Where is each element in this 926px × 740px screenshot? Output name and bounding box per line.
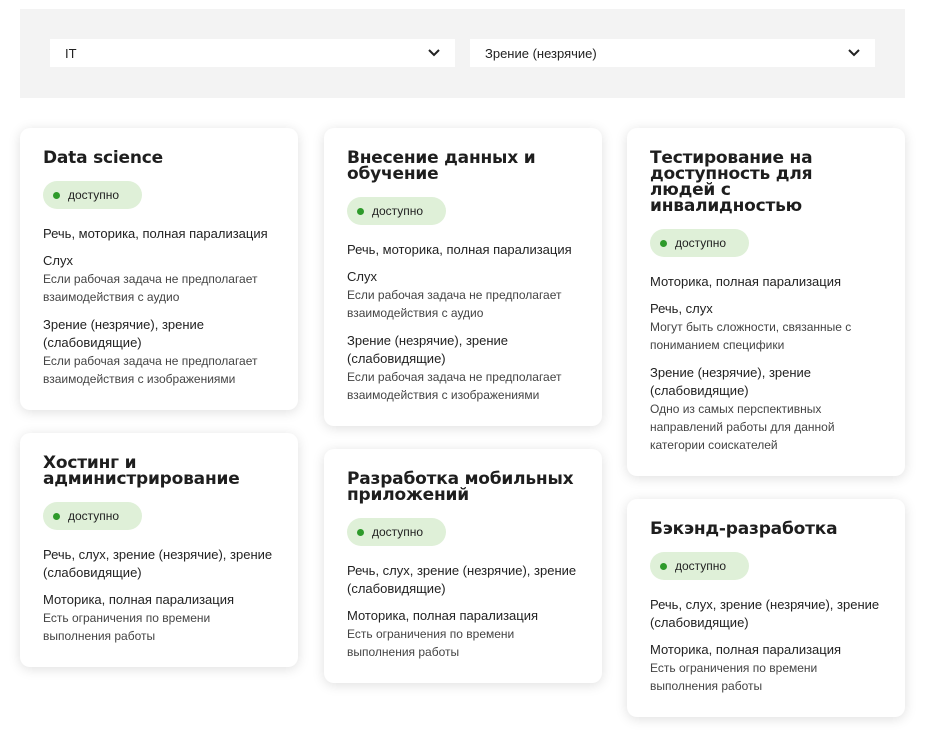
disability-select-value: Зрение (незрячие) (485, 45, 597, 61)
profession-card[interactable]: Хостинг и администрирование доступно Реч… (20, 433, 298, 667)
filter-panel: IT Зрение (незрячие) (20, 9, 905, 98)
cards-column-2: Внесение данных и обучение доступно Речь… (324, 128, 602, 706)
cards-column-3: Тестирование на доступность для людей с … (627, 128, 905, 740)
condition-group: Моторика, полная парализация Есть ограни… (347, 607, 580, 661)
card-title: Хостинг и администрирование (43, 453, 240, 489)
card-title: Data science (43, 148, 163, 168)
condition-group: Слух Если рабочая задача не предполагает… (43, 252, 276, 306)
status-badge: доступно (347, 197, 447, 225)
fully-accessible-list: Моторика, полная парализация (650, 274, 842, 289)
category-select[interactable]: IT (50, 39, 455, 67)
condition-group: Зрение (незрячие), зрение (слабовидящие)… (43, 316, 276, 388)
status-label: доступно (675, 236, 727, 250)
profession-card[interactable]: Data science доступно Речь, моторика, по… (20, 128, 298, 410)
condition-title: Слух (43, 253, 73, 268)
status-dot-icon (357, 528, 364, 536)
status-badge: доступно (650, 552, 750, 580)
status-badge: доступно (43, 502, 143, 530)
disability-select[interactable]: Зрение (незрячие) (470, 39, 875, 67)
status-dot-icon (660, 239, 667, 247)
condition-title: Зрение (незрячие), зрение (слабовидящие) (43, 317, 205, 350)
condition-title: Моторика, полная парализация (347, 608, 539, 623)
condition-desc: Если рабочая задача не предполагает взаи… (43, 272, 258, 304)
category-select-value: IT (65, 45, 77, 61)
condition-group: Слух Если рабочая задача не предполагает… (347, 268, 580, 322)
status-dot-icon (357, 207, 364, 215)
status-label: доступно (675, 559, 727, 573)
condition-desc: Есть ограничения по времени выполнения р… (347, 627, 515, 659)
status-label: доступно (372, 525, 424, 539)
condition-desc: Если рабочая задача не предполагает взаи… (43, 354, 258, 386)
card-title: Бэкэнд-разработка (650, 519, 838, 539)
profession-card[interactable]: Внесение данных и обучение доступно Речь… (324, 128, 602, 426)
status-label: доступно (68, 188, 120, 202)
profession-card[interactable]: Тестирование на доступность для людей с … (627, 128, 905, 476)
condition-title: Слух (347, 269, 377, 284)
status-badge: доступно (650, 229, 750, 257)
cards-column-1: Data science доступно Речь, моторика, по… (20, 128, 298, 690)
card-title: Внесение данных и обучение (347, 148, 536, 184)
condition-title: Моторика, полная парализация (43, 592, 235, 607)
condition-group: Зрение (незрячие), зрение (слабовидящие)… (650, 364, 883, 454)
condition-title: Моторика, полная парализация (650, 642, 842, 657)
condition-group: Моторика, полная парализация Есть ограни… (43, 591, 276, 645)
status-label: доступно (372, 204, 424, 218)
fully-accessible-list: Речь, моторика, полная парализация (347, 242, 572, 257)
profession-card[interactable]: Разработка мобильных приложений доступно… (324, 449, 602, 683)
status-dot-icon (53, 512, 60, 520)
condition-desc: Одно из самых перспективных направлений … (650, 402, 835, 452)
status-badge: доступно (43, 181, 143, 209)
chevron-down-icon (428, 49, 440, 57)
fully-accessible-list: Речь, моторика, полная парализация (43, 226, 268, 241)
condition-desc: Если рабочая задача не предполагает взаи… (347, 370, 562, 402)
condition-desc: Если рабочая задача не предполагает взаи… (347, 288, 562, 320)
condition-title: Речь, слух (650, 301, 713, 316)
card-title: Тестирование на доступность для людей с … (650, 148, 813, 216)
condition-title: Зрение (незрячие), зрение (слабовидящие) (347, 333, 509, 366)
condition-title: Зрение (незрячие), зрение (слабовидящие) (650, 365, 812, 398)
fully-accessible-list: Речь, слух, зрение (незрячие), зрение (с… (650, 597, 880, 630)
profession-card[interactable]: Бэкэнд-разработка доступно Речь, слух, з… (627, 499, 905, 717)
card-title: Разработка мобильных приложений (347, 469, 574, 505)
status-dot-icon (660, 562, 667, 570)
condition-desc: Есть ограничения по времени выполнения р… (43, 611, 211, 643)
condition-desc: Могут быть сложности, связанные с понима… (650, 320, 852, 352)
status-dot-icon (53, 191, 60, 199)
condition-desc: Есть ограничения по времени выполнения р… (650, 661, 818, 693)
status-label: доступно (68, 509, 120, 523)
condition-group: Зрение (незрячие), зрение (слабовидящие)… (347, 332, 580, 404)
status-badge: доступно (347, 518, 447, 546)
condition-group: Моторика, полная парализация Есть ограни… (650, 641, 883, 695)
condition-group: Речь, слух Могут быть сложности, связанн… (650, 300, 883, 354)
fully-accessible-list: Речь, слух, зрение (незрячие), зрение (с… (347, 563, 577, 596)
chevron-down-icon (848, 49, 860, 57)
fully-accessible-list: Речь, слух, зрение (незрячие), зрение (с… (43, 547, 273, 580)
